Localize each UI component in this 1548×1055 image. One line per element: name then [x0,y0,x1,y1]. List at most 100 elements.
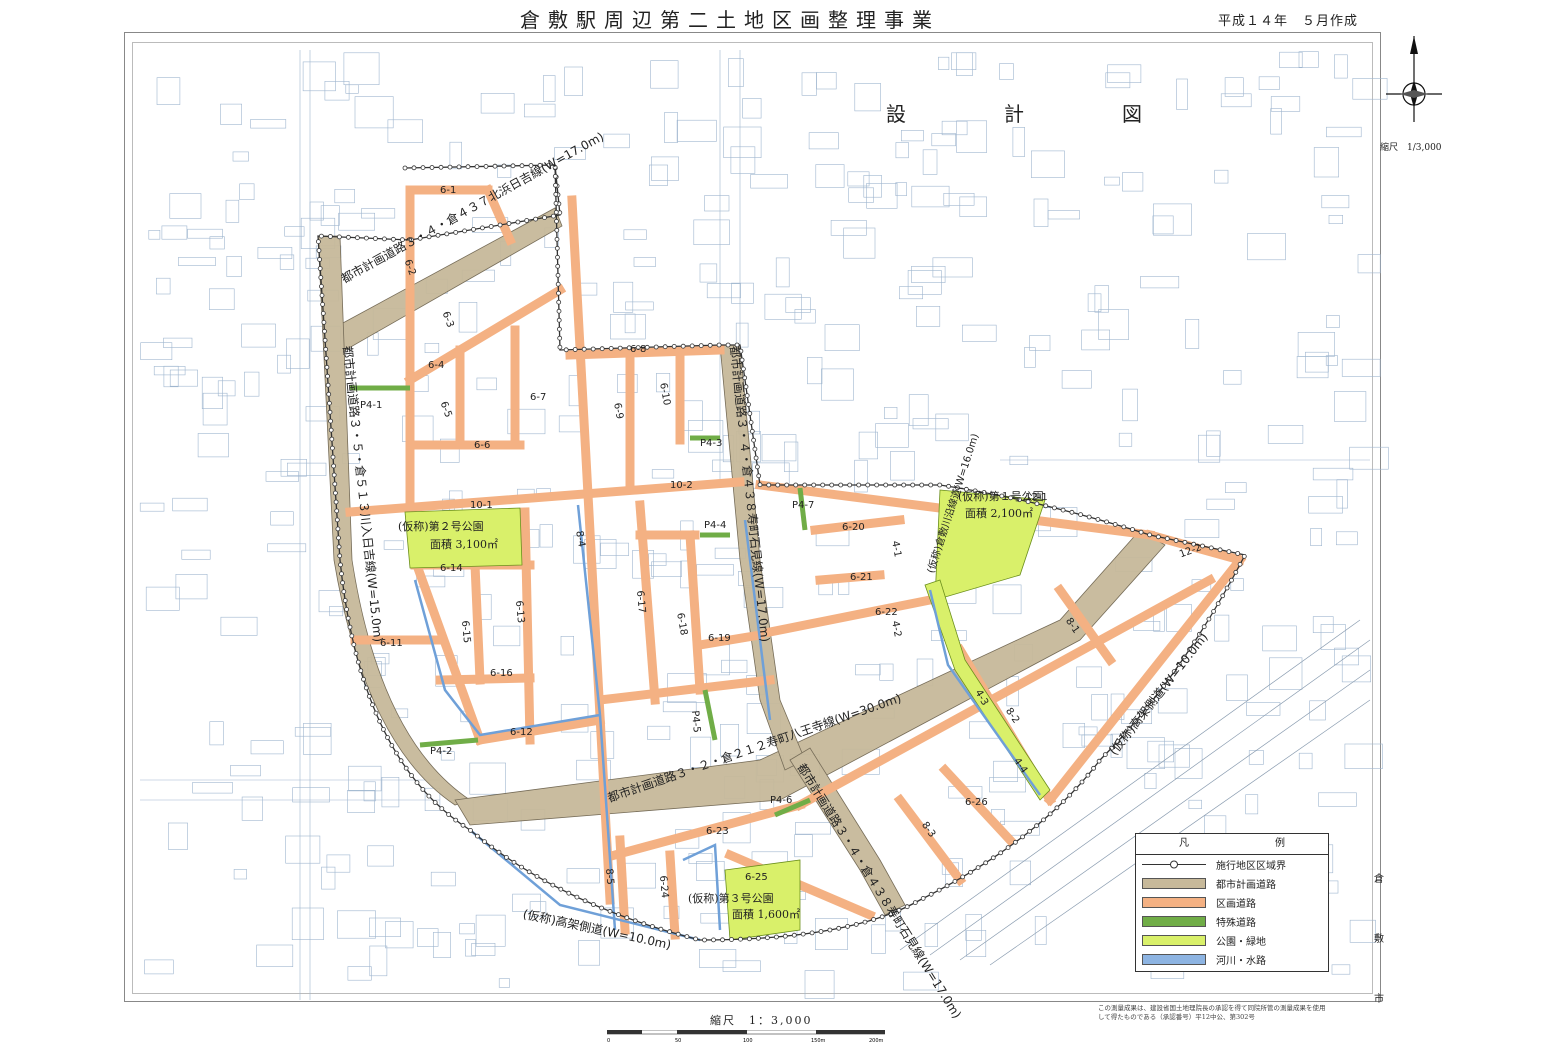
block-label-p4-4: P4-4 [704,520,727,531]
parcel-outline [202,392,228,426]
boundary-marker [447,164,453,170]
parcel-outline [226,255,242,277]
legend-item-park: 公園・緑地 [1136,931,1328,950]
boundary-marker [820,482,826,488]
parcel-outline [320,205,340,226]
parcel-outline [209,288,235,310]
parcel-outline [815,164,845,188]
boundary-marker [349,633,355,639]
block-label-6-12: 6-12 [510,727,533,738]
park-3-name: (仮称)第３号公園 [688,892,774,905]
boundary-marker [533,216,538,222]
parcel-outline [603,133,630,149]
boundary-marker [496,849,502,855]
boundary-marker [936,887,942,893]
boundary-marker [377,718,383,724]
parcel-outline [808,132,839,150]
boundary-marker [411,165,417,171]
boundary-marker [1104,519,1109,525]
parcel-outline [1147,740,1174,763]
park-2-area: 面積 3,100㎡ [430,538,498,551]
boundary-marker [1182,539,1188,545]
parcel-outline [232,151,249,162]
block-label-12-1: 12-1 [1025,492,1048,503]
parcel-outline [750,174,788,189]
boundary-marker [556,290,561,296]
parcel-outline [956,52,973,76]
boundary-marker [432,800,438,805]
parcel-outline [1118,432,1133,447]
boundary-marker [998,850,1004,856]
boundary-marker [373,710,379,716]
parcel-outline [1318,792,1357,807]
boundary-marker [1079,779,1085,785]
parcel-outline [1349,446,1389,470]
block-road-swatch [1142,897,1206,908]
parcel-outline [303,722,332,755]
boundary-marker [553,200,559,206]
parcel-outline [1331,964,1351,975]
parcel-outline [1012,127,1026,157]
boundary-marker [856,482,862,488]
parcel-outline [1297,331,1335,357]
parcel-outline [931,133,956,147]
boundary-marker [524,218,530,223]
parcel-outline [1184,519,1220,539]
bottom-scale-label: 縮尺 1：3,000 [710,1014,813,1027]
block-label-6-13: 6-13 [513,600,526,624]
boundary-marker [590,346,596,352]
parcel-outline [1334,54,1348,79]
parcel-outline [239,183,255,201]
parcel-outline [1344,743,1383,770]
boundary-marker [1041,817,1046,823]
boundary-marker [729,937,734,942]
parcel-outline [858,431,878,460]
boundary-marker [680,343,686,349]
park-2-name: (仮称)第２号公園 [398,520,484,533]
boundary-marker [385,735,390,740]
boundary-marker [338,562,343,568]
parcel-outline [1328,215,1343,225]
boundary-marker [1102,752,1108,757]
boundary-marker [1073,786,1079,792]
boundary-marker [550,882,556,888]
parcel-outline [161,225,188,240]
parcel-outline [775,257,790,288]
parcel-outline [1225,482,1247,493]
block-label-8-5: 8-5 [603,868,616,886]
boundary-marker [555,281,561,287]
boundary-marker [919,482,925,488]
boundary-marker [653,344,659,350]
parcel-outline [1087,293,1102,312]
boundary-marker [331,472,337,478]
park-1-area: 面積 2,100㎡ [965,507,1033,520]
block-label-p4-2: P4-2 [430,746,453,757]
boundary-marker [354,235,360,241]
parcel-outline [854,83,881,112]
parcel-outline [471,942,496,956]
boundary-marker [555,254,560,260]
boundary-marker [420,165,426,171]
block-label-6-16: 6-16 [490,668,513,679]
boundary-marker [711,937,716,943]
parcel-outline [523,103,556,118]
parcel-outline [794,834,813,858]
boundary-marker [554,218,559,224]
boundary-marker [1034,823,1039,829]
boundary-marker [336,544,342,550]
boundary-marker [827,927,833,933]
boundary-marker [366,693,372,699]
parcel-outline [801,72,817,96]
parcel-outline [647,725,671,740]
boundary-marker [853,922,859,927]
boundary-marker [650,924,655,929]
parcel-outline [280,458,307,477]
boundary-marker [328,427,334,433]
boundary-marker [757,482,763,488]
boundary-marker [552,173,558,179]
boundary-marker [671,343,677,349]
boundary-marker [838,482,844,488]
parcel-outline [579,282,598,296]
boundary-marker [716,342,722,348]
parcel-outline [1341,655,1371,683]
